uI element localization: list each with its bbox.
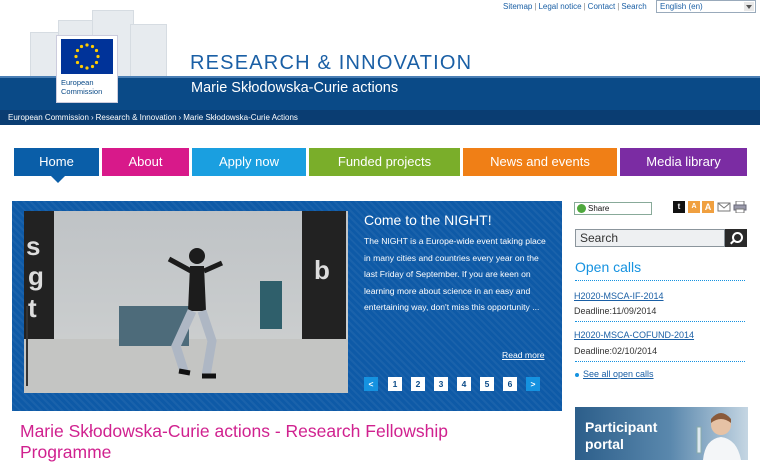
site-title: RESEARCH & INNOVATION bbox=[190, 52, 473, 74]
scientist-image bbox=[696, 413, 741, 460]
call-link[interactable]: H2020-MSCA-IF-2014 bbox=[574, 291, 664, 301]
increase-font-icon[interactable]: A bbox=[702, 201, 714, 213]
portal-text: Participant portal bbox=[585, 419, 657, 453]
slide-title[interactable]: Come to the NIGHT! bbox=[364, 212, 492, 228]
slide-description: The NIGHT is a Europe-wide event taking … bbox=[364, 236, 546, 313]
slider-page-3[interactable]: 3 bbox=[434, 377, 448, 391]
call-deadline: Deadline:02/10/2014 bbox=[574, 346, 658, 356]
divider bbox=[575, 361, 745, 362]
divider bbox=[575, 280, 745, 281]
share-button[interactable]: Share bbox=[574, 202, 652, 215]
logo-text: European Commission bbox=[61, 78, 102, 96]
search-link[interactable]: Search bbox=[621, 2, 646, 11]
share-icon bbox=[577, 204, 586, 213]
site-header: European Commission RESEARCH & INNOVATIO… bbox=[0, 0, 760, 110]
slider-page-5[interactable]: 5 bbox=[480, 377, 494, 391]
text-only-icon[interactable]: t bbox=[673, 201, 685, 213]
portal-line-1: Participant bbox=[585, 419, 658, 435]
utility-links: Sitemap | Legal notice | Contact | Search bbox=[503, 2, 647, 11]
slider-page-1[interactable]: 1 bbox=[388, 377, 402, 391]
page-title: Marie Skłodowska-Curie actions - Researc… bbox=[20, 421, 448, 462]
read-more-link[interactable]: Read more bbox=[502, 350, 545, 360]
chevron-down-icon bbox=[744, 2, 754, 11]
photo-display-stand bbox=[260, 281, 282, 329]
see-all-label: See all open calls bbox=[583, 369, 654, 379]
featured-slider: sgt b Come to the NIGHT! The NIGHT is a … bbox=[12, 201, 562, 411]
slide-image[interactable]: sgt b bbox=[24, 211, 348, 393]
language-select[interactable]: English (en) bbox=[656, 0, 756, 13]
portal-line-2: portal bbox=[585, 436, 624, 452]
logo-line-1: European bbox=[61, 78, 94, 87]
search-icon[interactable] bbox=[725, 229, 747, 247]
participant-portal-banner[interactable]: Participant portal bbox=[575, 407, 748, 460]
see-all-calls-link[interactable]: See all open calls bbox=[575, 369, 654, 379]
breadcrumb-item-ec[interactable]: European Commission bbox=[8, 113, 89, 122]
nav-tab-apply-now[interactable]: Apply now bbox=[192, 148, 306, 176]
divider bbox=[575, 321, 745, 322]
legal-notice-link[interactable]: Legal notice bbox=[538, 2, 581, 11]
slider-prev-button[interactable]: < bbox=[364, 377, 378, 391]
print-icon[interactable] bbox=[733, 200, 747, 214]
breadcrumb-item-msca: Marie Skłodowska-Curie Actions bbox=[183, 113, 298, 122]
nav-tab-media-library[interactable]: Media library bbox=[620, 148, 747, 176]
european-commission-logo[interactable]: European Commission bbox=[56, 35, 118, 103]
slider-page-4[interactable]: 4 bbox=[457, 377, 471, 391]
breadcrumb-item-research[interactable]: Research & Innovation bbox=[96, 113, 177, 122]
slider-page-2[interactable]: 2 bbox=[411, 377, 425, 391]
call-deadline: Deadline:11/09/2014 bbox=[574, 306, 657, 316]
email-icon[interactable] bbox=[717, 201, 731, 213]
decrease-font-icon[interactable]: A bbox=[688, 201, 700, 213]
eu-flag-icon bbox=[61, 39, 113, 74]
search-input[interactable]: Search bbox=[575, 229, 725, 247]
bullet-icon bbox=[575, 372, 579, 377]
contact-link[interactable]: Contact bbox=[588, 2, 616, 11]
photo-letter: b bbox=[314, 255, 330, 285]
photo-letter: s bbox=[26, 231, 41, 261]
logo-line-2: Commission bbox=[61, 87, 103, 96]
sitemap-link[interactable]: Sitemap bbox=[503, 2, 532, 11]
nav-tab-news-events[interactable]: News and events bbox=[463, 148, 617, 176]
open-calls-heading: Open calls bbox=[575, 259, 642, 275]
nav-tab-funded-projects[interactable]: Funded projects bbox=[309, 148, 460, 176]
photo-letter: g bbox=[28, 261, 44, 291]
performer-figure bbox=[167, 248, 224, 379]
site-subtitle: Marie Skłodowska-Curie actions bbox=[191, 80, 399, 96]
call-link[interactable]: H2020-MSCA-COFUND-2014 bbox=[574, 330, 694, 340]
nav-tab-home[interactable]: Home bbox=[14, 148, 99, 183]
nav-tab-about[interactable]: About bbox=[102, 148, 189, 176]
photo-tripod bbox=[26, 306, 42, 386]
language-value: English (en) bbox=[660, 2, 703, 11]
breadcrumb: European Commission › Research & Innovatio… bbox=[0, 110, 760, 125]
slider-page-6[interactable]: 6 bbox=[503, 377, 517, 391]
slider-next-button[interactable]: > bbox=[526, 377, 540, 391]
share-label: Share bbox=[588, 204, 610, 213]
